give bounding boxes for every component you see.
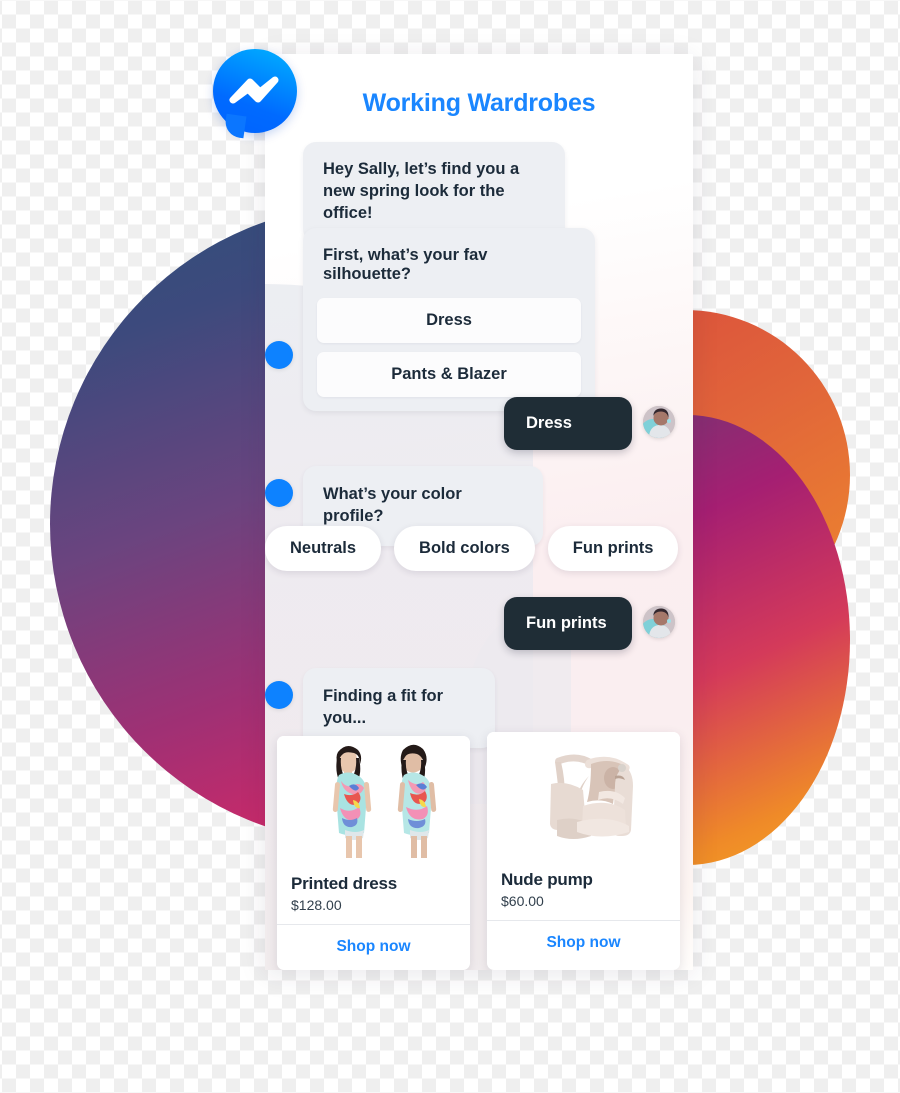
- bot-message-silhouette-card: First, what’s your fav silhouette? Dress…: [303, 228, 595, 411]
- messenger-bolt-icon: [229, 76, 279, 104]
- product-price: $60.00: [501, 893, 544, 909]
- product-info-nude-pump: Nude pump $60.00: [487, 860, 680, 920]
- avatar: [643, 606, 675, 638]
- messenger-logo-icon: [213, 49, 297, 139]
- product-name: Printed dress: [291, 874, 398, 893]
- product-carousel[interactable]: Printed dress $128.00 Shop now Nude pump…: [277, 732, 680, 970]
- product-price: $128.00: [291, 897, 342, 913]
- product-image-nude-pump: [487, 732, 680, 860]
- product-card-printed-dress[interactable]: Printed dress $128.00 Shop now: [277, 736, 470, 970]
- bot-avatar-dot-color: [265, 479, 293, 507]
- bot-message-greeting: Hey Sally, let’s find you a new spring l…: [303, 142, 565, 242]
- nude-pump-photo-icon: [487, 732, 680, 860]
- avatar-photo-icon: [643, 406, 675, 438]
- quick-reply-bold-colors[interactable]: Bold colors: [394, 526, 535, 571]
- avatar-photo-icon: [643, 606, 675, 638]
- option-button-dress[interactable]: Dress: [317, 298, 581, 343]
- user-message-dress: Dress: [504, 397, 632, 450]
- quick-reply-fun-prints[interactable]: Fun prints: [547, 526, 679, 571]
- product-image-printed-dress: [277, 736, 470, 864]
- option-button-pants-blazer[interactable]: Pants & Blazer: [317, 352, 581, 397]
- chat-panel: Working Wardrobes Hey Sally, let’s find …: [265, 54, 693, 970]
- shop-now-button-nude-pump[interactable]: Shop now: [487, 920, 680, 966]
- product-info-printed-dress: Printed dress $128.00: [277, 864, 470, 924]
- avatar: [643, 406, 675, 438]
- quick-reply-row: Neutrals Bold colors Fun prints: [265, 526, 693, 571]
- page-title: Working Wardrobes: [362, 89, 596, 117]
- bot-avatar-dot-silhouette: [265, 341, 293, 369]
- product-card-nude-pump[interactable]: Nude pump $60.00 Shop now: [487, 732, 680, 970]
- user-message-fun-prints: Fun prints: [504, 597, 632, 650]
- printed-dress-photo-icon: [277, 736, 470, 864]
- silhouette-question-text: First, what’s your fav silhouette?: [323, 246, 488, 283]
- bot-avatar-dot-finding: [265, 681, 293, 709]
- quick-reply-neutrals[interactable]: Neutrals: [265, 526, 382, 571]
- shop-now-button-printed-dress[interactable]: Shop now: [277, 924, 470, 970]
- product-name: Nude pump: [501, 870, 593, 889]
